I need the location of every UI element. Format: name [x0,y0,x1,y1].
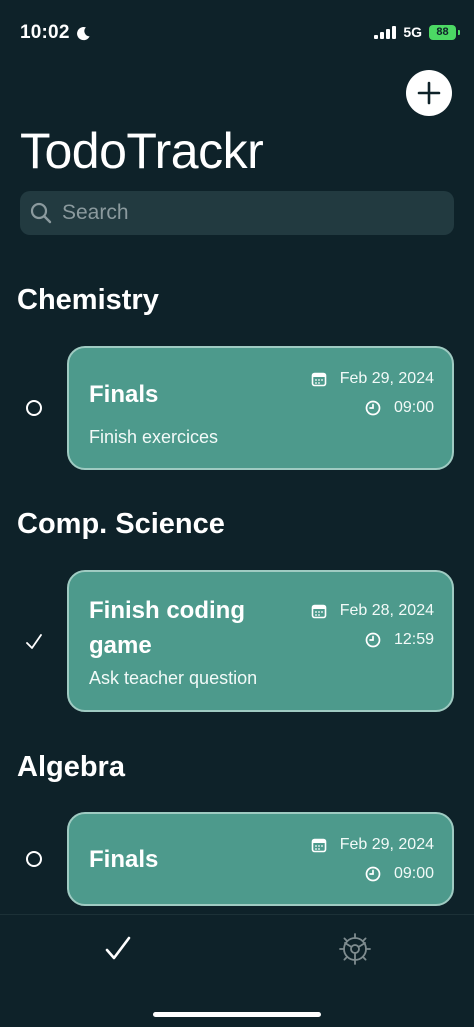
search-icon [30,202,52,224]
gear-icon [339,933,371,965]
search-bar[interactable] [20,191,454,235]
task-card[interactable]: Finish coding game Ask teacher question … [67,570,454,712]
clock-icon [365,632,381,648]
task-time: 09:00 [365,865,434,883]
calendar-icon [311,838,327,853]
section-title-algebra: Algebra [17,751,125,783]
tab-bar [0,914,474,1027]
battery-level: 88 [436,26,449,38]
task-complete-toggle[interactable] [22,396,46,420]
battery-icon: 88 [429,24,460,40]
task-title: Finals [89,381,159,408]
task-complete-toggle[interactable] [22,630,46,654]
tab-tasks[interactable] [98,929,138,969]
calendar-icon [311,372,327,387]
task-date: Feb 29, 2024 [311,370,434,388]
calendar-icon [311,604,327,619]
task-title: Finals [89,846,159,873]
task-time: 12:59 [365,631,434,649]
circle-icon [26,851,42,867]
task-note: Finish exercices [89,427,219,447]
clock-icon [365,400,381,416]
section-title-chemistry: Chemistry [17,284,159,316]
signal-icon [374,25,397,39]
task-card[interactable]: Finals Feb 29, 2024 09:00 [67,812,454,906]
moon-icon [76,26,90,40]
search-input[interactable] [60,200,454,226]
task-date-text: Feb 29, 2024 [339,836,434,853]
plus-icon [417,81,441,105]
task-date-text: Feb 29, 2024 [339,370,434,387]
section-title-comp-science: Comp. Science [17,508,225,540]
task-time-text: 09:00 [393,399,434,416]
task-title: Finish coding game [89,597,245,659]
add-task-button[interactable] [406,70,452,116]
home-indicator[interactable] [153,1012,321,1017]
task-complete-toggle[interactable] [22,847,46,871]
task-time-text: 09:00 [393,865,434,882]
task-date: Feb 29, 2024 [311,836,434,854]
task-time-text: 12:59 [393,631,434,648]
circle-icon [26,400,42,416]
status-time-group: 10:02 [20,22,91,44]
status-indicators: 5G 88 [374,24,460,40]
status-bar: 10:02 5G 88 [0,0,474,70]
battery-cap [458,29,460,35]
checkmark-icon [26,634,42,649]
task-time: 09:00 [365,399,434,417]
tab-settings[interactable] [335,929,375,969]
task-card[interactable]: Finals Finish exercices Feb 29, 2024 09:… [67,346,454,470]
task-date-text: Feb 28, 2024 [339,602,434,619]
status-time: 10:02 [20,22,70,43]
checkmark-icon [105,936,131,960]
page-title: TodoTrackr [20,123,264,179]
task-date: Feb 28, 2024 [311,602,434,620]
clock-icon [365,866,381,882]
task-note: Ask teacher question [89,668,258,688]
network-label: 5G [403,24,422,40]
